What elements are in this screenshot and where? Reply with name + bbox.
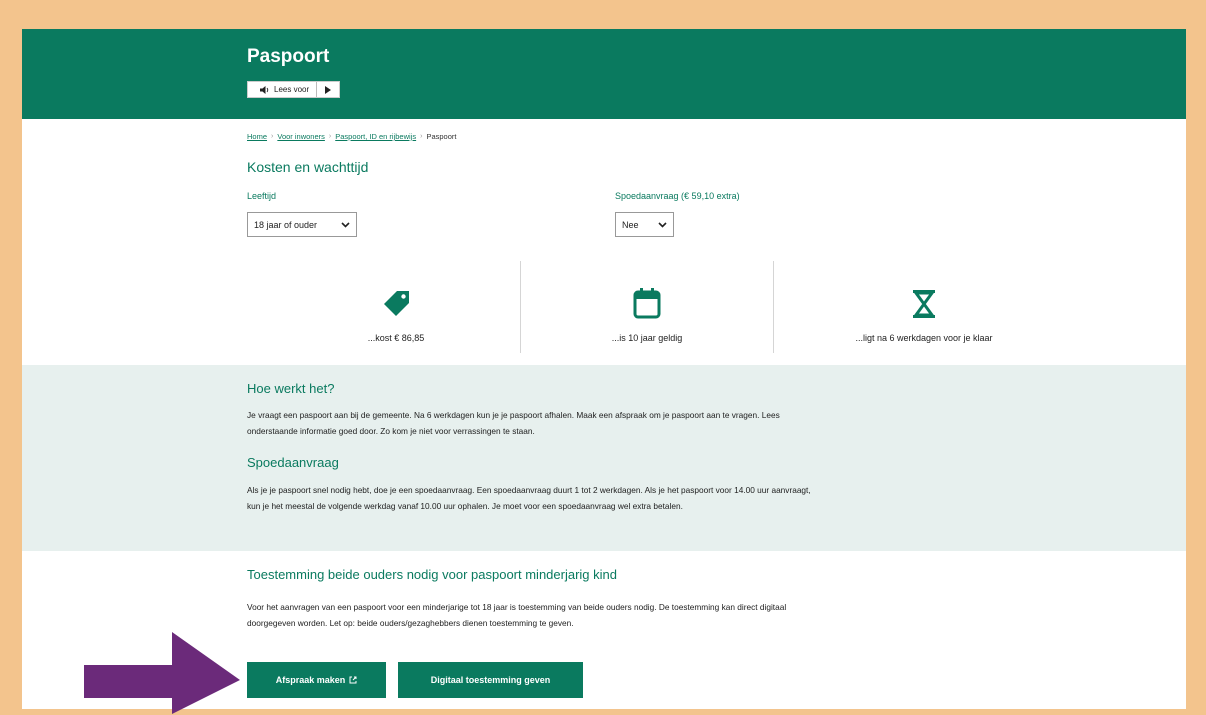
info-band	[22, 365, 1186, 551]
info-validity: ...is 10 jaar geldig	[521, 261, 773, 353]
breadcrumb-current: Paspoort	[426, 132, 457, 141]
speaker-icon	[260, 85, 269, 94]
breadcrumb-separator: ›	[328, 133, 332, 140]
breadcrumb-paspoort-id-rijbewijs[interactable]: Paspoort, ID en rijbewijs	[335, 132, 416, 141]
play-button[interactable]	[317, 82, 339, 97]
rush-text: Als je je paspoort snel nodig hebt, doe …	[247, 485, 811, 511]
readspeaker-widget[interactable]: Lees voor	[247, 81, 341, 98]
consent-title: Toestemming beide ouders nodig voor pasp…	[247, 567, 617, 582]
info-ready: ...ligt na 6 werkdagen voor je klaar	[774, 261, 1074, 353]
calendar-icon	[633, 279, 661, 319]
breadcrumb-home[interactable]: Home	[247, 132, 267, 141]
read-aloud-label: Lees voor	[274, 85, 310, 94]
page-header: Paspoort Lees voor	[22, 29, 1186, 119]
info-cost-text: ...kost € 86,85	[367, 333, 425, 343]
rush-select-value: Nee	[622, 219, 639, 230]
chevron-down-icon	[341, 221, 350, 228]
age-select-value: 18 jaar of ouder	[254, 219, 318, 230]
info-validity-text: ...is 10 jaar geldig	[611, 333, 683, 343]
hourglass-icon	[912, 279, 936, 319]
age-label: Leeftijd	[247, 191, 277, 201]
read-aloud-button[interactable]: Lees voor	[248, 82, 318, 97]
how-title: Hoe werkt het?	[247, 381, 335, 396]
breadcrumb-separator: ›	[271, 133, 274, 140]
appointment-button[interactable]: Afspraak maken	[247, 662, 386, 698]
info-cost: ...kost € 86,85	[270, 261, 522, 353]
external-link-icon	[349, 676, 357, 684]
age-select[interactable]: 18 jaar of ouder	[247, 212, 357, 237]
breadcrumb: Home › Voor inwoners › Paspoort, ID en r…	[247, 132, 456, 141]
rush-label: Spoedaanvraag (€ 59,10 extra)	[615, 191, 740, 201]
page-frame: Paspoort Lees voor Home › Voor inwoners …	[22, 29, 1186, 709]
info-ready-text: ...ligt na 6 werkdagen voor je klaar	[855, 333, 993, 343]
how-text: Je vraagt een paspoort aan bij de gemeen…	[247, 410, 780, 436]
play-icon	[325, 85, 332, 94]
consent-text: Voor het aanvragen van een paspoort voor…	[247, 602, 787, 628]
page-title: Paspoort	[247, 46, 330, 67]
price-tag-icon	[381, 279, 411, 319]
rush-title: Spoedaanvraag	[247, 455, 339, 470]
chevron-down-icon	[658, 221, 667, 228]
arrow-annotation-icon	[84, 632, 240, 714]
breadcrumb-voor-inwoners[interactable]: Voor inwoners	[277, 132, 325, 141]
breadcrumb-separator: ›	[420, 133, 423, 140]
costs-title: Kosten en wachttijd	[247, 159, 369, 175]
appointment-button-label: Afspraak maken	[275, 675, 346, 685]
digital-consent-button[interactable]: Digitaal toestemming geven	[398, 662, 583, 698]
rush-select[interactable]: Nee	[615, 212, 674, 237]
digital-consent-button-label: Digitaal toestemming geven	[430, 675, 551, 685]
